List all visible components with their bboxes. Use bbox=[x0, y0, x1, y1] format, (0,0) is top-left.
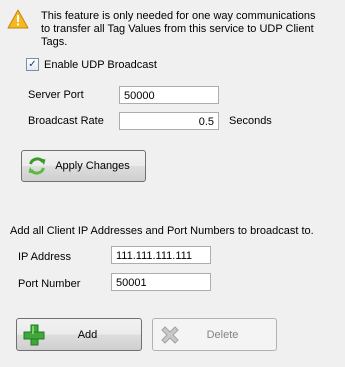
broadcast-rate-unit: Seconds bbox=[229, 115, 272, 127]
notice-text: This feature is only needed for one way … bbox=[41, 10, 341, 49]
plus-icon bbox=[22, 323, 46, 347]
server-port-label: Server Port bbox=[28, 89, 84, 101]
broadcast-rate-input[interactable]: 0.5 bbox=[119, 112, 219, 130]
apply-changes-button[interactable]: Apply Changes bbox=[21, 150, 146, 182]
checkbox-box[interactable]: ✓ bbox=[26, 58, 39, 71]
enable-udp-broadcast-label: Enable UDP Broadcast bbox=[44, 58, 157, 71]
notice-line-1: This feature is only needed for one way … bbox=[41, 10, 316, 22]
port-number-input[interactable]: 50001 bbox=[111, 273, 211, 291]
clients-heading: Add all Client IP Addresses and Port Num… bbox=[10, 225, 314, 237]
port-number-label: Port Number bbox=[18, 278, 81, 290]
server-port-input[interactable]: 50000 bbox=[119, 86, 219, 104]
delete-label: Delete bbox=[206, 328, 239, 341]
broadcast-rate-label: Broadcast Rate bbox=[28, 115, 104, 127]
delete-x-icon bbox=[159, 324, 181, 346]
refresh-icon bbox=[26, 155, 48, 177]
warning-icon bbox=[7, 9, 29, 29]
notice-line-2: to transfer all Tag Values from this ser… bbox=[41, 23, 314, 48]
ip-address-label: IP Address bbox=[18, 251, 71, 263]
ip-address-input[interactable]: 111.111.111.111 bbox=[111, 246, 211, 264]
apply-changes-label: Apply Changes bbox=[55, 160, 130, 172]
enable-udp-broadcast-checkbox[interactable]: ✓ Enable UDP Broadcast bbox=[26, 58, 157, 71]
add-button[interactable]: Add bbox=[16, 318, 142, 351]
add-label: Add bbox=[77, 328, 98, 341]
delete-button[interactable]: Delete bbox=[152, 318, 277, 351]
